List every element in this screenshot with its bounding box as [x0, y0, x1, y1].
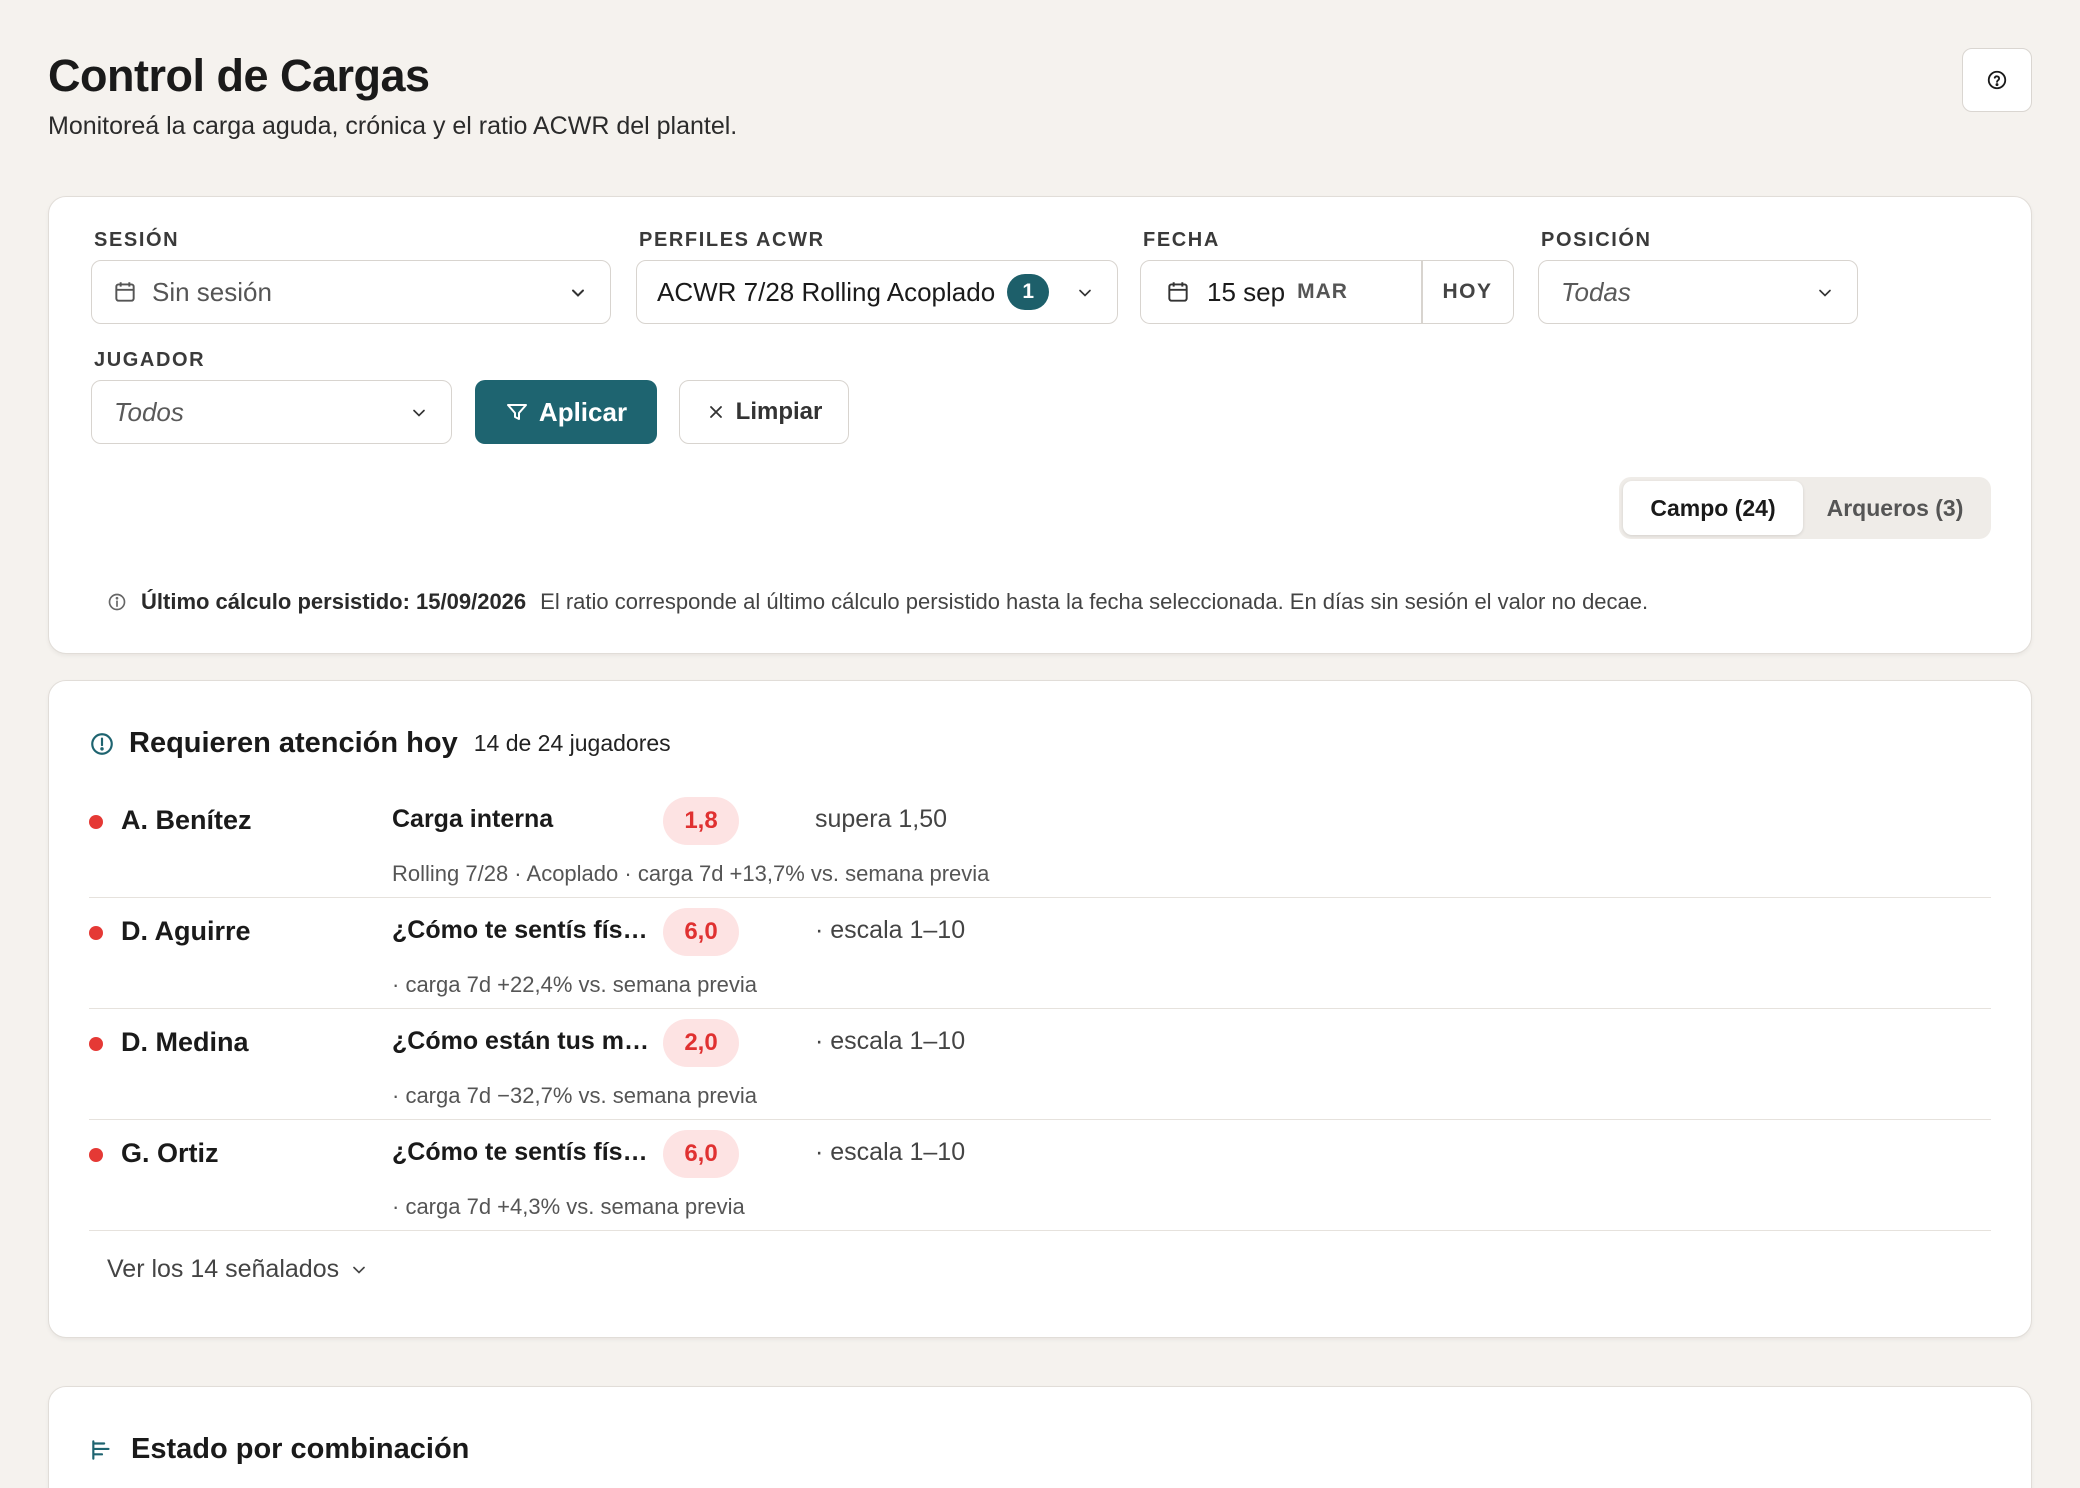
today-button[interactable]: HOY	[1422, 261, 1513, 323]
attention-card: Requieren atención hoy 14 de 24 jugadore…	[48, 680, 2032, 1338]
list-icon	[92, 1439, 110, 1460]
threshold-note: · escala 1–10	[815, 916, 966, 944]
player-name: D. Medina	[121, 1027, 249, 1057]
profiles-value: ACWR 7/28 Rolling Acoplado	[657, 276, 996, 307]
chevron-down-icon	[413, 409, 425, 417]
apply-button[interactable]: Aplicar	[475, 380, 657, 444]
filter-icon	[506, 404, 527, 420]
attention-title: Requieren atención hoy	[129, 727, 458, 759]
session-value: Sin sesión	[152, 276, 272, 307]
player-name: G. Ortiz	[121, 1138, 219, 1168]
date-weekday: MAR	[1297, 280, 1348, 303]
calendar-icon	[115, 282, 135, 302]
profiles-select[interactable]: ACWR 7/28 Rolling Acoplado 1	[636, 260, 1118, 324]
chevron-down-icon	[572, 289, 584, 297]
chevron-down-icon	[1079, 289, 1091, 297]
value-badge: 6,0	[663, 908, 739, 956]
value-badge: 6,0	[663, 1130, 739, 1178]
help-icon	[1987, 70, 2007, 90]
metric-name: Carga interna	[392, 805, 554, 833]
metric-name: ¿Cómo están tus músculos hoy?	[392, 1027, 654, 1055]
list-item[interactable]: D. Medina ¿Cómo están tus músculos hoy? …	[89, 1009, 1991, 1120]
page-subtitle: Monitoreá la carga aguda, crónica y el r…	[48, 112, 738, 140]
last-calculation-label: Último cálculo persistido: 15/09/2026	[141, 589, 527, 614]
segment-arqueros[interactable]: Arqueros (3)	[1803, 481, 1987, 535]
attention-list: A. Benítez Carga interna 1,8 supera 1,50…	[89, 787, 1991, 1231]
row-detail: · carga 7d +22,4% vs. semana previa	[392, 972, 758, 997]
info-text: El ratio corresponde al último cálculo p…	[540, 589, 1649, 614]
page-header: Control de Cargas Monitoreá la carga agu…	[48, 48, 2032, 166]
date-picker[interactable]: 15 sep MAR HOY	[1140, 260, 1514, 324]
state-card: Estado por combinación	[48, 1386, 2032, 1488]
clear-button[interactable]: Limpiar	[679, 380, 849, 444]
attention-count: 14 de 24 jugadores	[473, 730, 671, 756]
position-select[interactable]: Todas	[1538, 260, 1858, 324]
position-value: Todas	[1561, 276, 1631, 307]
player-type-toggle: Campo (24) Arqueros (3)	[1619, 477, 1991, 539]
player-value: Todos	[114, 396, 184, 427]
state-header: Estado por combinación	[89, 1433, 469, 1466]
threshold-note: · escala 1–10	[815, 1027, 966, 1055]
info-icon	[108, 593, 126, 611]
session-label: SESIÓN	[94, 229, 180, 251]
calendar-icon	[1168, 282, 1188, 302]
status-dot	[89, 1148, 103, 1162]
position-label: POSICIÓN	[1541, 229, 1652, 251]
page: Control de Cargas Monitoreá la carga agu…	[48, 48, 2032, 1338]
list-item[interactable]: D. Aguirre ¿Cómo te sentís físicamente h…	[89, 898, 1991, 1009]
calculation-info: Último cálculo persistido: 15/09/2026 El…	[107, 589, 1648, 615]
state-title: Estado por combinación	[131, 1433, 470, 1465]
value-badge: 2,0	[663, 1019, 739, 1067]
page-title: Control de Cargas	[48, 50, 430, 101]
metric-name: ¿Cómo te sentís físicamente hoy?	[392, 916, 654, 944]
see-more-label: Ver los 14 señalados	[107, 1255, 340, 1283]
attention-header: Requieren atención hoy 14 de 24 jugadore…	[89, 727, 671, 760]
profiles-count-badge: 1	[1007, 274, 1050, 310]
date-label: FECHA	[1143, 229, 1220, 251]
session-select[interactable]: Sin sesión	[91, 260, 611, 324]
segment-campo[interactable]: Campo (24)	[1623, 481, 1803, 535]
apply-label: Aplicar	[538, 396, 628, 427]
metric-name: ¿Cómo te sentís físicamente hoy?	[392, 1138, 654, 1166]
profiles-label: PERFILES ACWR	[639, 229, 825, 251]
see-all-flagged-button[interactable]: Ver los 14 señalados	[107, 1255, 369, 1284]
status-dot	[89, 926, 103, 940]
date-value: 15 sep	[1207, 276, 1286, 307]
row-detail: Rolling 7/28 · Acoplado · carga 7d +13,7…	[392, 861, 990, 886]
player-name: D. Aguirre	[121, 916, 251, 946]
threshold-note: supera 1,50	[815, 805, 948, 833]
value-badge: 1,8	[663, 797, 739, 845]
close-icon	[709, 406, 722, 418]
threshold-note: · escala 1–10	[815, 1138, 966, 1166]
chevron-down-icon	[1819, 289, 1831, 297]
player-name: A. Benítez	[121, 805, 252, 835]
row-detail: · carga 7d −32,7% vs. semana previa	[392, 1083, 758, 1108]
player-label: JUGADOR	[94, 349, 206, 371]
row-detail: · carga 7d +4,3% vs. semana previa	[392, 1194, 745, 1219]
list-item[interactable]: A. Benítez Carga interna 1,8 supera 1,50…	[89, 787, 1991, 898]
filters-card: SESIÓN Sin sesión PERFILES ACWR ACWR 7/2…	[48, 196, 2032, 654]
clear-label: Limpiar	[735, 398, 823, 425]
player-select[interactable]: Todos	[91, 380, 452, 444]
alert-circle-icon	[91, 732, 113, 755]
status-dot	[89, 815, 103, 829]
list-item[interactable]: G. Ortiz ¿Cómo te sentís físicamente hoy…	[89, 1120, 1991, 1231]
status-dot	[89, 1037, 103, 1051]
chevron-down-icon	[353, 1266, 365, 1274]
help-button[interactable]	[1962, 48, 2032, 112]
